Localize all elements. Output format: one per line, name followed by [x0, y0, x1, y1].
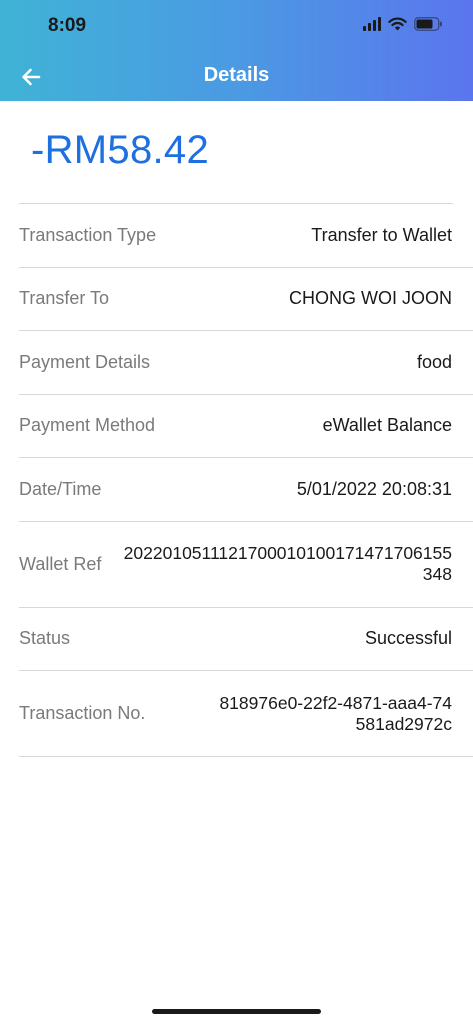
detail-value: food — [416, 351, 452, 372]
detail-row-date-time: Date/Time 5/01/2022 20:08:31 — [19, 458, 473, 522]
detail-row-transaction-no: Transaction No. 818976e0-22f2-4871-aaa4-… — [19, 671, 473, 757]
detail-row-status: Status Successful — [19, 608, 473, 671]
wifi-icon — [388, 17, 407, 31]
header: 8:09 Details — [0, 0, 473, 101]
detail-label: Transaction No. — [19, 703, 146, 723]
detail-value: 818976e0-22f2-4871-aaa4-74581ad2972c — [219, 692, 452, 734]
detail-value: CHONG WOI JOON — [289, 288, 452, 309]
detail-label: Payment Method — [19, 415, 156, 436]
detail-value: 5/01/2022 20:08:31 — [296, 478, 452, 499]
detail-row-wallet-ref: Wallet Ref 20220105111217000101001714717… — [19, 522, 473, 608]
detail-label: Transfer To — [19, 288, 110, 309]
detail-label: Date/Time — [19, 478, 102, 499]
cellular-signal-icon — [363, 17, 381, 31]
transaction-amount: -RM58.42 — [31, 128, 210, 172]
detail-row-payment-details: Payment Details food — [19, 331, 473, 395]
detail-label: Transaction Type — [19, 224, 157, 245]
detail-row-payment-method: Payment Method eWallet Balance — [19, 395, 473, 458]
status-bar: 8:09 — [0, 0, 473, 52]
detail-value: eWallet Balance — [322, 415, 452, 436]
status-icons — [363, 17, 443, 31]
home-indicator[interactable] — [152, 1009, 321, 1014]
detail-row-transaction-type: Transaction Type Transfer to Wallet — [19, 204, 473, 268]
detail-label: Payment Details — [19, 351, 151, 372]
page-title: Details — [203, 64, 270, 86]
details-list: Transaction Type Transfer to Wallet Tran… — [19, 204, 473, 757]
detail-value: Successful — [364, 628, 452, 649]
detail-label: Wallet Ref — [19, 553, 102, 574]
detail-value: Transfer to Wallet — [311, 224, 452, 245]
detail-value: 2022010511121700010100171471706155348 — [123, 543, 452, 584]
detail-row-transfer-to: Transfer To CHONG WOI JOON — [19, 268, 473, 331]
detail-label: Status — [19, 628, 71, 649]
nav-bar: Details — [0, 52, 473, 101]
battery-icon — [414, 17, 443, 31]
status-time: 8:09 — [48, 15, 87, 36]
